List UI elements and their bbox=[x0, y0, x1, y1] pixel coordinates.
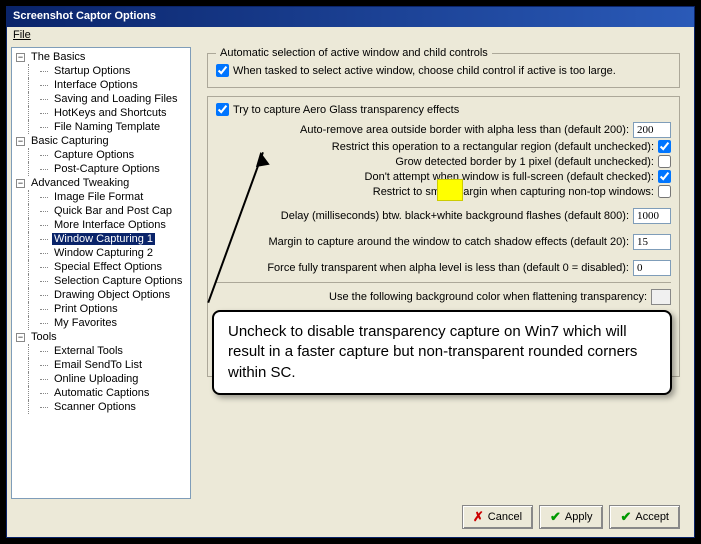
tree-item[interactable]: −Basic Capturing bbox=[14, 134, 188, 148]
highlight-marker bbox=[437, 179, 463, 201]
x-icon: ✗ bbox=[473, 509, 484, 525]
group-auto-selection: Automatic selection of active window and… bbox=[207, 53, 680, 88]
group-title: Automatic selection of active window and… bbox=[216, 47, 492, 59]
tree-item[interactable]: Image File Format bbox=[14, 190, 188, 204]
tree-toggle-icon[interactable]: − bbox=[16, 137, 25, 146]
tree-label[interactable]: Tools bbox=[29, 331, 59, 343]
tree-label[interactable]: Post-Capture Options bbox=[52, 163, 162, 175]
tree-label[interactable]: More Interface Options bbox=[52, 219, 168, 231]
tree-label[interactable]: Online Uploading bbox=[52, 373, 140, 385]
tree-label[interactable]: Window Capturing 2 bbox=[52, 247, 155, 259]
tree-item[interactable]: Startup Options bbox=[14, 64, 188, 78]
tree-item[interactable]: Automatic Captions bbox=[14, 386, 188, 400]
tree-toggle-icon[interactable]: − bbox=[16, 53, 25, 62]
tree-item[interactable]: −Tools bbox=[14, 330, 188, 344]
input-margin[interactable] bbox=[633, 234, 671, 250]
cancel-label: Cancel bbox=[488, 511, 522, 523]
options-window: Screenshot Captor Options File −The Basi… bbox=[6, 6, 695, 538]
tree-label[interactable]: File Naming Template bbox=[52, 121, 162, 133]
tree-label[interactable]: Image File Format bbox=[52, 191, 145, 203]
tree-item[interactable]: −The Basics bbox=[14, 50, 188, 64]
checkbox-grow-border[interactable] bbox=[658, 155, 671, 168]
tree-item[interactable]: Scanner Options bbox=[14, 400, 188, 414]
tree-label[interactable]: Special Effect Options bbox=[52, 261, 164, 273]
label-restrict-rect: Restrict this operation to a rectangular… bbox=[332, 141, 654, 153]
apply-label: Apply bbox=[565, 511, 593, 523]
menubar: File bbox=[7, 27, 694, 43]
tree-item[interactable]: HotKeys and Shortcuts bbox=[14, 106, 188, 120]
annotation-callout: Uncheck to disable transparency capture … bbox=[212, 310, 672, 395]
tree-item[interactable]: Interface Options bbox=[14, 78, 188, 92]
input-delay[interactable] bbox=[633, 208, 671, 224]
tree-label[interactable]: Interface Options bbox=[52, 79, 140, 91]
tree-label[interactable]: Advanced Tweaking bbox=[29, 177, 131, 189]
tree-item[interactable]: Window Capturing 2 bbox=[14, 246, 188, 260]
tree-label[interactable]: Basic Capturing bbox=[29, 135, 111, 147]
tree-item[interactable]: −Advanced Tweaking bbox=[14, 176, 188, 190]
checkbox-restrict-rect[interactable] bbox=[658, 140, 671, 153]
tree-toggle-icon[interactable]: − bbox=[16, 179, 25, 188]
tree-item[interactable]: Special Effect Options bbox=[14, 260, 188, 274]
label-margin: Margin to capture around the window to c… bbox=[268, 236, 629, 248]
label-child-control: When tasked to select active window, cho… bbox=[233, 65, 616, 77]
label-force-transparent: Force fully transparent when alpha level… bbox=[267, 262, 629, 274]
tree-item[interactable]: File Naming Template bbox=[14, 120, 188, 134]
tree-toggle-icon[interactable]: − bbox=[16, 333, 25, 342]
tree-item[interactable]: Email SendTo List bbox=[14, 358, 188, 372]
tree-label[interactable]: Window Capturing 1 bbox=[52, 233, 155, 245]
check-icon: ✔ bbox=[620, 509, 631, 525]
tree-item[interactable]: More Interface Options bbox=[14, 218, 188, 232]
tree-item[interactable]: Saving and Loading Files bbox=[14, 92, 188, 106]
label-bg-color: Use the following background color when … bbox=[329, 291, 647, 303]
tree-label[interactable]: My Favorites bbox=[52, 317, 119, 329]
label-delay: Delay (milliseconds) btw. black+white ba… bbox=[281, 210, 629, 222]
tree-label[interactable]: HotKeys and Shortcuts bbox=[52, 107, 169, 119]
settings-panel: Automatic selection of active window and… bbox=[197, 47, 690, 499]
tree-item[interactable]: External Tools bbox=[14, 344, 188, 358]
checkbox-child-control[interactable] bbox=[216, 64, 229, 77]
nav-tree[interactable]: −The BasicsStartup OptionsInterface Opti… bbox=[11, 47, 191, 499]
tree-item[interactable]: Drawing Object Options bbox=[14, 288, 188, 302]
tree-item[interactable]: Post-Capture Options bbox=[14, 162, 188, 176]
apply-button[interactable]: ✔ Apply bbox=[539, 505, 603, 529]
label-alpha-threshold: Auto-remove area outside border with alp… bbox=[300, 124, 629, 136]
tree-label[interactable]: Print Options bbox=[52, 303, 120, 315]
check-icon: ✔ bbox=[550, 509, 561, 525]
menu-file[interactable]: File bbox=[13, 29, 31, 41]
tree-item[interactable]: Window Capturing 1 bbox=[14, 232, 188, 246]
tree-item[interactable]: Print Options bbox=[14, 302, 188, 316]
tree-item[interactable]: Capture Options bbox=[14, 148, 188, 162]
tree-item[interactable]: My Favorites bbox=[14, 316, 188, 330]
label-grow-border: Grow detected border by 1 pixel (default… bbox=[395, 156, 654, 168]
tree-label[interactable]: External Tools bbox=[52, 345, 125, 357]
tree-label[interactable]: The Basics bbox=[29, 51, 87, 63]
checkbox-small-margin[interactable] bbox=[658, 185, 671, 198]
tree-label[interactable]: Selection Capture Options bbox=[52, 275, 184, 287]
tree-label[interactable]: Startup Options bbox=[52, 65, 132, 77]
tree-item[interactable]: Online Uploading bbox=[14, 372, 188, 386]
color-swatch[interactable] bbox=[651, 289, 671, 305]
label-aero-glass: Try to capture Aero Glass transparency e… bbox=[233, 104, 459, 116]
label-small-margin: Restrict to small margin when capturing … bbox=[373, 186, 654, 198]
checkbox-aero-glass[interactable] bbox=[216, 103, 229, 116]
accept-button[interactable]: ✔ Accept bbox=[609, 505, 680, 529]
input-force-transparent[interactable] bbox=[633, 260, 671, 276]
tree-item[interactable]: Quick Bar and Post Cap bbox=[14, 204, 188, 218]
input-alpha-threshold[interactable] bbox=[633, 122, 671, 138]
tree-label[interactable]: Automatic Captions bbox=[52, 387, 151, 399]
tree-label[interactable]: Drawing Object Options bbox=[52, 289, 172, 301]
tree-label[interactable]: Capture Options bbox=[52, 149, 136, 161]
tree-label[interactable]: Quick Bar and Post Cap bbox=[52, 205, 174, 217]
titlebar: Screenshot Captor Options bbox=[7, 7, 694, 27]
checkbox-skip-fullscreen[interactable] bbox=[658, 170, 671, 183]
label-skip-fullscreen: Don't attempt when window is full-screen… bbox=[365, 171, 654, 183]
accept-label: Accept bbox=[635, 511, 669, 523]
tree-label[interactable]: Scanner Options bbox=[52, 401, 138, 413]
tree-label[interactable]: Email SendTo List bbox=[52, 359, 144, 371]
cancel-button[interactable]: ✗ Cancel bbox=[462, 505, 533, 529]
tree-item[interactable]: Selection Capture Options bbox=[14, 274, 188, 288]
tree-label[interactable]: Saving and Loading Files bbox=[52, 93, 180, 105]
button-bar: ✗ Cancel ✔ Apply ✔ Accept bbox=[462, 505, 680, 529]
